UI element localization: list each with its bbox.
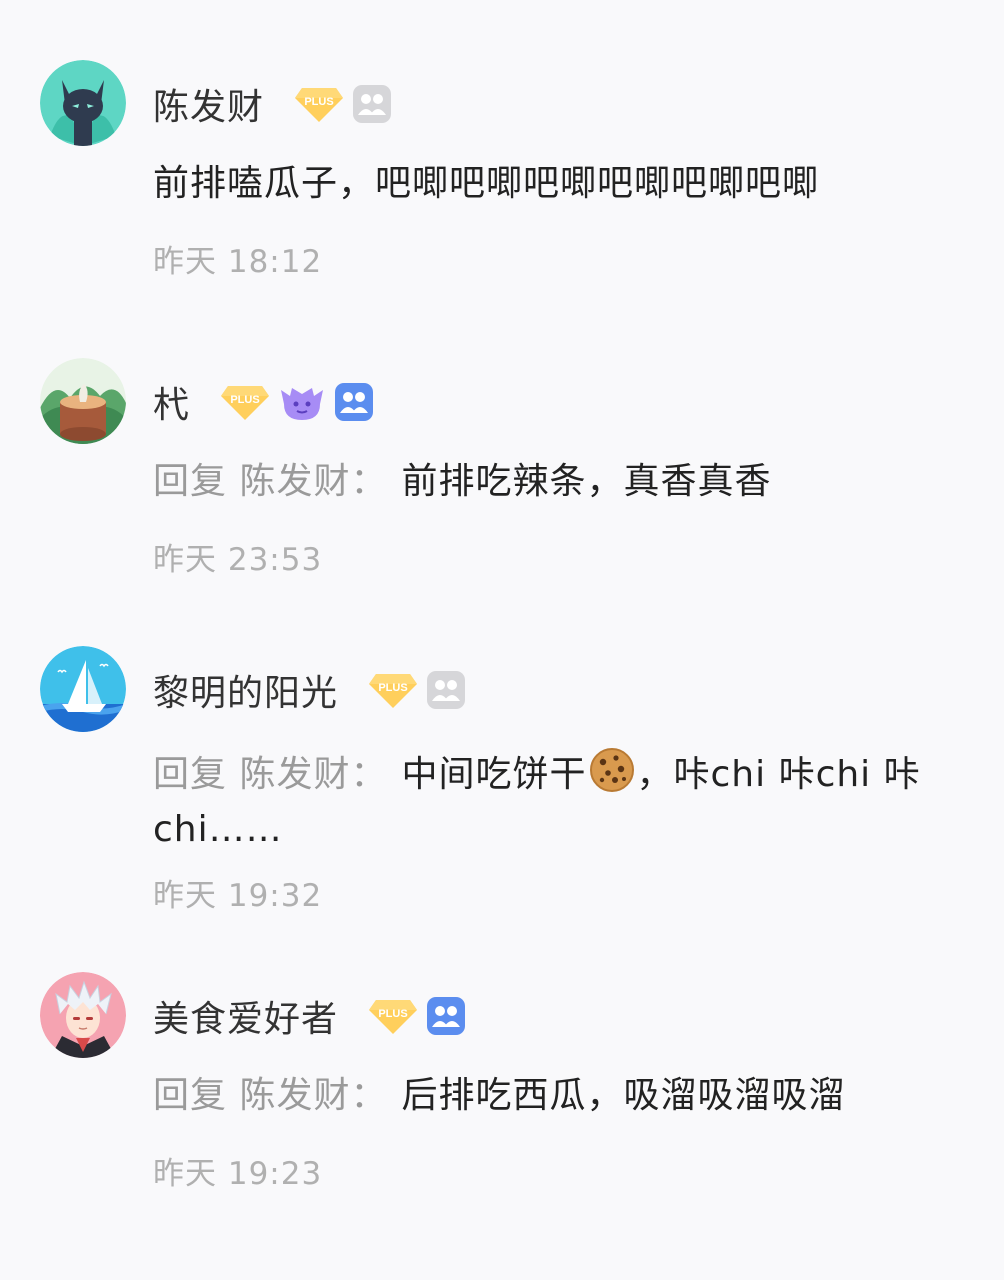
username[interactable]: 杙 — [153, 376, 190, 428]
reply-prefix: 回复 — [153, 754, 228, 795]
comment-text: 回复 陈发财： 后排吃西瓜，吸溜吸溜吸溜 — [153, 1072, 943, 1120]
svg-text:PLUS: PLUS — [378, 682, 407, 694]
reply-colon: ： — [350, 754, 388, 795]
reply-target-username[interactable]: 陈发财 — [239, 754, 350, 795]
badge-group: PLUS — [294, 84, 400, 124]
cookie-icon — [589, 747, 635, 806]
svg-text:PLUS: PLUS — [304, 96, 333, 108]
comment-body: 前排吃辣条，真香真香 — [401, 461, 772, 502]
comment-list: 陈发财 PLUS 前排嗑瓜子，吧唧吧唧吧唧吧唧吧唧吧唧 昨天 18:12 杙 P… — [0, 0, 1004, 1280]
badge-group: PLUS — [368, 996, 474, 1036]
comment-body-part: 中间吃饼干 — [401, 754, 587, 795]
group-icon[interactable] — [352, 84, 392, 124]
reply-colon: ： — [350, 1075, 388, 1116]
comment-body: 后排吃西瓜，吸溜吸溜吸溜 — [401, 1075, 846, 1116]
svg-text:PLUS: PLUS — [378, 1008, 407, 1020]
reply-target-username[interactable]: 陈发财 — [239, 461, 350, 502]
sailboat-avatar[interactable] — [40, 646, 126, 732]
reply-prefix: 回复 — [153, 461, 228, 502]
tree-stump-avatar[interactable] — [40, 358, 126, 444]
comment-timestamp: 昨天 23:53 — [153, 542, 323, 578]
comment-text: 回复 陈发财： 前排吃辣条，真香真香 — [153, 458, 943, 506]
reply-colon: ： — [350, 461, 388, 502]
plus-diamond-icon[interactable]: PLUS — [220, 382, 270, 422]
comment-text: 回复 陈发财： 中间吃饼干 ，咔chi 咔chi 咔chi…… — [153, 747, 943, 854]
username[interactable]: 陈发财 — [153, 78, 264, 130]
group-icon[interactable] — [334, 382, 374, 422]
group-icon[interactable] — [426, 996, 466, 1036]
svg-text:PLUS: PLUS — [230, 394, 259, 406]
reply-target-username[interactable]: 陈发财 — [239, 1075, 350, 1116]
comment-timestamp: 昨天 19:23 — [153, 1156, 323, 1192]
purple-monster-icon[interactable] — [278, 382, 326, 422]
plus-diamond-icon[interactable]: PLUS — [294, 84, 344, 124]
anime-boy-avatar[interactable] — [40, 972, 126, 1058]
group-icon[interactable] — [426, 670, 466, 710]
username[interactable]: 美食爱好者 — [153, 990, 338, 1042]
comment-timestamp: 昨天 18:12 — [153, 244, 323, 280]
username[interactable]: 黎明的阳光 — [153, 664, 338, 716]
badge-group: PLUS — [220, 382, 382, 422]
plus-diamond-icon[interactable]: PLUS — [368, 996, 418, 1036]
reply-prefix: 回复 — [153, 1075, 228, 1116]
comment-timestamp: 昨天 19:32 — [153, 878, 323, 914]
black-cat-avatar[interactable] — [40, 60, 126, 146]
comment-body: 前排嗑瓜子，吧唧吧唧吧唧吧唧吧唧吧唧 — [153, 163, 820, 204]
badge-group: PLUS — [368, 670, 474, 710]
comment-text: 前排嗑瓜子，吧唧吧唧吧唧吧唧吧唧吧唧 — [153, 160, 943, 208]
plus-diamond-icon[interactable]: PLUS — [368, 670, 418, 710]
